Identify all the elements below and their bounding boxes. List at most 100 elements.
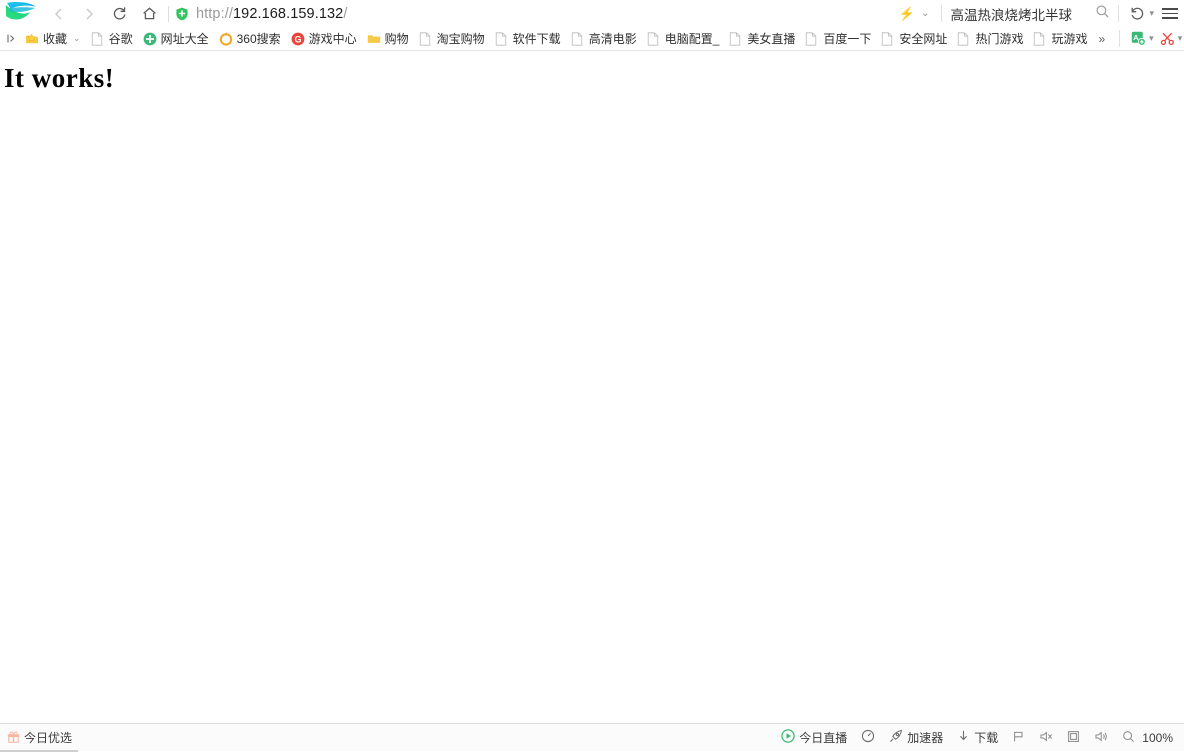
show-bookmarks-icon[interactable] xyxy=(2,27,20,51)
search-input[interactable]: 高温热浪烧烤北半球 xyxy=(950,4,1072,24)
bookmark-item-hao360[interactable]: 网址大全 xyxy=(138,29,214,49)
address-bar-url[interactable]: http://192.168.159.132/ xyxy=(196,6,347,22)
zoom-level-label: 100% xyxy=(1142,730,1173,745)
chevron-down-icon[interactable]: ▾ xyxy=(1149,33,1154,44)
status-zoom[interactable]: 100% xyxy=(1115,724,1180,752)
chevron-down-icon[interactable]: ▾ xyxy=(1149,8,1154,19)
bookmark-item-software-download[interactable]: 软件下载 xyxy=(490,29,566,49)
status-accelerator-label: 加速器 xyxy=(907,731,944,745)
status-flag[interactable] xyxy=(1005,724,1032,752)
search-box[interactable]: 高温热浪烧烤北半球 xyxy=(950,0,1110,27)
bookmark-label: 软件下载 xyxy=(512,31,561,46)
bookmark-label: 购物 xyxy=(384,31,409,46)
page-icon xyxy=(957,31,971,46)
bookmark-item-taobao[interactable]: 淘宝购物 xyxy=(414,29,490,49)
bookmark-item-shopping[interactable]: 购物 xyxy=(362,29,414,49)
360-browser-logo xyxy=(0,0,44,27)
bookmark-item-hot-games[interactable]: 热门游戏 xyxy=(952,29,1028,49)
page-icon xyxy=(419,31,433,46)
undo-button[interactable]: ▾ xyxy=(1127,5,1156,22)
page-icon xyxy=(91,31,105,46)
gift-icon xyxy=(7,730,20,746)
reload-button[interactable] xyxy=(104,0,134,27)
status-today-deals-label: 今日优选 xyxy=(24,731,73,745)
page-icon xyxy=(805,31,819,46)
status-mute[interactable] xyxy=(1032,724,1060,752)
speed-mode-button[interactable]: ⚡ ⌄ xyxy=(897,6,934,22)
scissors-capture-icon[interactable]: ▾ xyxy=(1157,27,1184,51)
bookmark-label: 热门游戏 xyxy=(975,31,1024,46)
bookmark-item-play-games[interactable]: 玩游戏 xyxy=(1028,29,1092,49)
toolbar-divider xyxy=(168,5,169,22)
page-title: It works! xyxy=(4,63,115,93)
zoom-search-icon xyxy=(1122,730,1135,746)
status-window-mode[interactable] xyxy=(1060,724,1087,752)
status-downloads-label: 下载 xyxy=(974,731,999,745)
download-arrow-icon xyxy=(957,729,970,746)
status-bar-active-indicator xyxy=(0,750,78,752)
page-icon xyxy=(729,31,743,46)
toolbar-right-group: ⚡ ⌄ 高温热浪烧烤北半球 ▾ xyxy=(897,0,1184,27)
bookmark-label: 电脑配置_ xyxy=(664,31,720,46)
status-bar: 今日优选 今日直播 加速器 下载 100% xyxy=(0,723,1184,752)
search-icon[interactable] xyxy=(1095,4,1110,24)
bookmark-label: 网址大全 xyxy=(160,31,209,46)
bookmark-label: 淘宝购物 xyxy=(436,31,485,46)
url-host: 192.168.159.132 xyxy=(232,5,344,22)
bookmark-label: 360搜索 xyxy=(236,31,281,46)
status-volume[interactable] xyxy=(1087,724,1115,752)
status-downloads[interactable]: 下载 xyxy=(950,724,1005,752)
url-path: / xyxy=(343,5,348,22)
bookmark-item-google[interactable]: 谷歌 xyxy=(86,29,138,49)
green-plus-icon xyxy=(143,32,157,46)
lightning-bolt-icon: ⚡ xyxy=(898,5,916,21)
toolbar-divider-2 xyxy=(941,5,943,22)
status-today-deals[interactable]: 今日优选 xyxy=(0,724,79,752)
chevron-down-icon[interactable]: ⌄ xyxy=(73,33,81,44)
bookmark-label: 高清电影 xyxy=(588,31,637,46)
bookmark-item-game-center[interactable]: G 游戏中心 xyxy=(286,29,362,49)
speedometer-icon xyxy=(861,729,875,746)
bookmark-label: 收藏 xyxy=(43,31,68,46)
svg-text:G: G xyxy=(294,34,301,44)
volume-icon xyxy=(1094,730,1108,746)
page-content: It works! xyxy=(0,51,1184,723)
bookmark-item-favorites[interactable]: 收藏 ⌄ xyxy=(20,29,86,49)
chevron-down-icon[interactable]: ▾ xyxy=(1178,33,1183,44)
play-circle-icon xyxy=(781,729,795,746)
page-icon xyxy=(881,31,895,46)
star-folder-icon xyxy=(25,32,39,46)
status-today-live[interactable]: 今日直播 xyxy=(774,724,854,752)
status-accelerator[interactable]: 加速器 xyxy=(882,724,950,752)
page-icon xyxy=(495,31,509,46)
bookmark-label: 玩游戏 xyxy=(1051,31,1088,46)
bookmarks-overflow-button[interactable]: » xyxy=(1092,32,1111,46)
forward-button[interactable] xyxy=(74,0,104,27)
rocket-icon xyxy=(889,729,903,746)
bookmark-label: 安全网址 xyxy=(899,31,948,46)
address-bar[interactable]: http://192.168.159.132/ xyxy=(175,0,897,27)
hamburger-menu-icon[interactable] xyxy=(1156,0,1184,27)
toolbar-divider-3 xyxy=(1118,5,1120,22)
page-icon xyxy=(1033,31,1047,46)
bookmark-item-pc-config[interactable]: 电脑配置_ xyxy=(642,29,725,49)
flag-icon xyxy=(1012,730,1025,746)
bookmark-label: 美女直播 xyxy=(747,31,796,46)
bookmark-item-hd-movies[interactable]: 高清电影 xyxy=(566,29,642,49)
bookmark-item-live-stream[interactable]: 美女直播 xyxy=(724,29,800,49)
home-button[interactable] xyxy=(134,0,164,27)
bookmark-item-360-search[interactable]: 360搜索 xyxy=(214,29,286,49)
window-mode-icon xyxy=(1067,730,1080,746)
translate-extension-icon[interactable]: A ▾ xyxy=(1128,27,1157,51)
red-g-icon: G xyxy=(291,32,305,46)
url-scheme: http:// xyxy=(196,5,233,22)
back-button[interactable] xyxy=(44,0,74,27)
status-bar-right-group: 今日直播 加速器 下载 100% xyxy=(774,724,1184,752)
bookmark-item-safe-sites[interactable]: 安全网址 xyxy=(876,29,952,49)
bookmark-label: 游戏中心 xyxy=(308,31,357,46)
chevron-down-icon[interactable]: ⌄ xyxy=(921,8,929,19)
orange-circle-icon xyxy=(219,32,233,46)
status-speed-meter[interactable] xyxy=(854,724,882,752)
extensions-group: A ▾ ▾ xyxy=(1111,27,1184,51)
bookmark-item-baidu[interactable]: 百度一下 xyxy=(800,29,876,49)
